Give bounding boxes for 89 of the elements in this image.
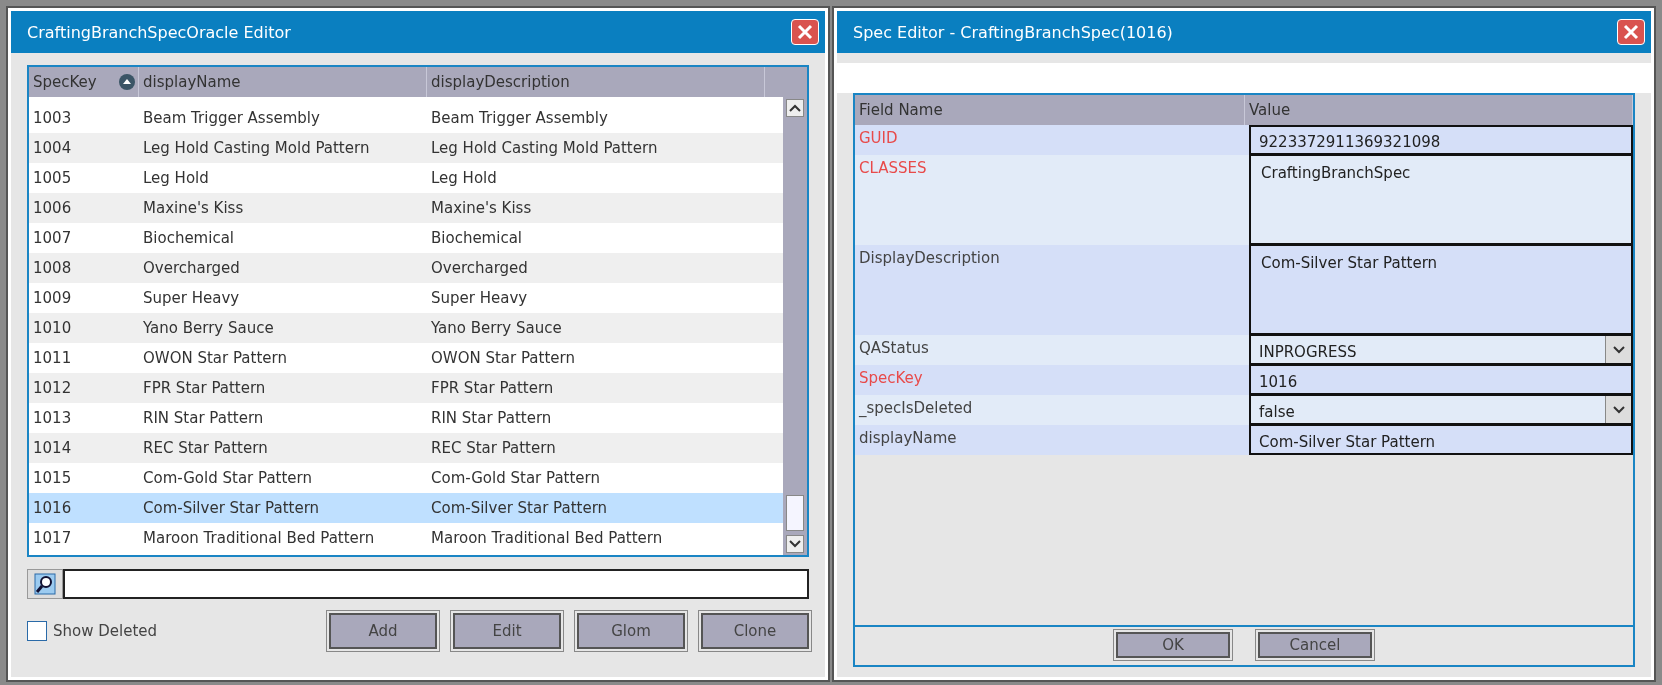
dialog-button[interactable]: OK: [1116, 632, 1230, 658]
table-cell-text: Beam Trigger Assembly: [142, 108, 321, 129]
table-cell-text: Super Heavy: [142, 288, 241, 309]
table-cell-text: Leg Hold Casting Mold Pattern: [142, 138, 371, 159]
table-cell-text: Super Heavy: [430, 288, 529, 309]
scroll-thumb[interactable]: [786, 495, 804, 531]
checkbox[interactable]: [27, 621, 47, 641]
table-cell-text: 1011: [32, 348, 73, 369]
table-cell-text: FPR Star Pattern: [430, 378, 555, 399]
table-row[interactable]: 1012 FPR Star Pattern FPR Star Pattern: [29, 373, 783, 403]
action-button[interactable]: Clone: [701, 613, 809, 649]
table-cell-text: 1003: [32, 108, 73, 129]
table-cell-text: REC Star Pattern: [430, 438, 557, 459]
field-label: GUID: [858, 128, 899, 149]
table-cell-text: Biochemical: [430, 228, 523, 249]
table-cell-text: 1012: [32, 378, 73, 399]
caret-icon: [1612, 405, 1625, 414]
action-button[interactable]: Add: [329, 613, 437, 649]
table-cell-text: Yano Berry Sauce: [142, 318, 275, 339]
action-button[interactable]: Edit: [453, 613, 561, 649]
caret-icon: [789, 540, 801, 548]
table-cell-text: RIN Star Pattern: [430, 408, 553, 429]
table-cell-text: 1014: [32, 438, 73, 459]
table-cell-text: OWON Star Pattern: [430, 348, 576, 369]
search-icon: [34, 573, 56, 595]
input-field[interactable]: Com-Silver Star Pattern: [1249, 425, 1633, 455]
table-cell-text: 1013: [32, 408, 73, 429]
table-cell-text: RIN Star Pattern: [142, 408, 265, 429]
action-button[interactable]: Glom: [577, 613, 685, 649]
table-row[interactable]: 1014 REC Star Pattern REC Star Pattern: [29, 433, 783, 463]
window-title: Spec Editor - CraftingBranchSpec(1016): [853, 22, 1173, 42]
table-cell-text: Yano Berry Sauce: [430, 318, 563, 339]
dialog-button[interactable]: Cancel: [1258, 632, 1372, 658]
close-icon: [797, 24, 813, 40]
column-header[interactable]: displayName: [139, 67, 427, 97]
search-field[interactable]: [63, 569, 809, 599]
table-cell-text: Overcharged: [142, 258, 241, 279]
table-cell-text: 1010: [32, 318, 73, 339]
close-button[interactable]: [1617, 19, 1645, 45]
scroll-down-button[interactable]: [786, 535, 804, 553]
table-cell-text: Com-Silver Star Pattern: [142, 498, 321, 519]
caret-icon: [1612, 345, 1625, 354]
field-label: QAStatus: [858, 338, 930, 359]
field-label: DisplayDescription: [858, 248, 1001, 269]
table-cell-text: Overcharged: [430, 258, 529, 279]
table-row[interactable]: 1006 Maxine's Kiss Maxine's Kiss: [29, 193, 783, 223]
table-cell-text: Maroon Traditional Bed Pattern: [430, 528, 664, 549]
sort-icon: [118, 73, 136, 91]
table-cell-text: 1015: [32, 468, 73, 489]
field-label: _specIsDeleted: [858, 398, 974, 419]
field-label: displayName: [858, 428, 958, 449]
table-cell-text: Leg Hold: [430, 168, 498, 189]
table-cell-text: Leg Hold: [142, 168, 210, 189]
table-cell-text: 1016: [32, 498, 73, 519]
field-label: CLASSES: [858, 158, 928, 179]
table-cell-text: 1008: [32, 258, 73, 279]
table-row[interactable]: 1010 Yano Berry Sauce Yano Berry Sauce: [29, 313, 783, 343]
table-cell-text: OWON Star Pattern: [142, 348, 288, 369]
table-cell-text: 1006: [32, 198, 73, 219]
close-icon: [1623, 24, 1639, 40]
table-cell-text: 1009: [32, 288, 73, 309]
column-header[interactable]: SpecKey: [29, 67, 139, 97]
table-cell-text: Maxine's Kiss: [142, 198, 245, 219]
table-cell-text: 1007: [32, 228, 73, 249]
table-cell-text: 1005: [32, 168, 73, 189]
table-cell-text: Beam Trigger Assembly: [430, 108, 609, 129]
column-header[interactable]: displayDescription: [427, 67, 765, 97]
table-cell-text: 1004: [32, 138, 73, 159]
scroll-up-button[interactable]: [786, 99, 804, 117]
scrollbar[interactable]: [783, 97, 807, 555]
checkbox-label: Show Deleted: [53, 622, 158, 640]
table-cell-text: Com-Gold Star Pattern: [142, 468, 313, 489]
table-cell-text: Maroon Traditional Bed Pattern: [142, 528, 376, 549]
table-cell-text: Com-Silver Star Pattern: [430, 498, 609, 519]
table-cell-text: Biochemical: [142, 228, 235, 249]
table-cell-text: FPR Star Pattern: [142, 378, 267, 399]
table-cell-text: REC Star Pattern: [142, 438, 269, 459]
table-cell-text: Com-Gold Star Pattern: [430, 468, 601, 489]
window-title: CraftingBranchSpecOracle Editor: [27, 22, 291, 42]
field-label: SpecKey: [858, 368, 924, 389]
table-cell-text: Maxine's Kiss: [430, 198, 533, 219]
search-button[interactable]: [27, 569, 63, 599]
table-row[interactable]: 1016 Com-Silver Star Pattern Com-Silver Star Pattern: [29, 493, 783, 523]
table-cell-text: 1017: [32, 528, 73, 549]
close-button[interactable]: [791, 19, 819, 45]
table-row[interactable]: 1008 Overcharged Overcharged: [29, 253, 783, 283]
input-field[interactable]: 9223372911369321098: [1249, 125, 1633, 155]
table-cell-text: Leg Hold Casting Mold Pattern: [430, 138, 659, 159]
table-row[interactable]: 1004 Leg Hold Casting Mold Pattern Leg Hold Casting Mold Pattern: [29, 133, 783, 163]
